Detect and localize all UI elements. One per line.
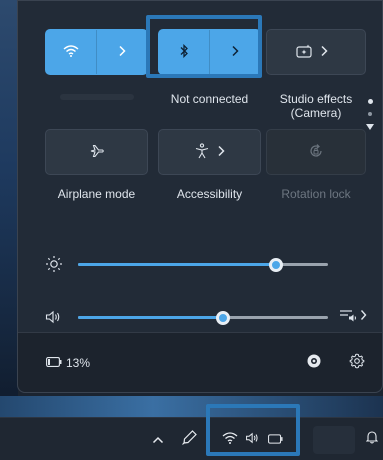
page-dot[interactable] (368, 112, 372, 116)
quick-settings-footer: 13% (18, 332, 382, 392)
studio-effects-icon (296, 44, 312, 61)
taskbar (0, 417, 383, 460)
notification-bell-icon (365, 430, 379, 449)
battery-percentage: 13% (66, 356, 91, 370)
wifi-icon (222, 431, 238, 449)
notifications-button[interactable] (362, 418, 382, 460)
bluetooth-tile[interactable] (158, 29, 261, 75)
pen-icon (182, 429, 198, 450)
page-indicator (366, 99, 374, 130)
caret-down-icon[interactable] (366, 124, 374, 130)
battery-saver-icon (307, 354, 321, 373)
studio-effects-toggle[interactable] (267, 30, 316, 74)
accessibility-label: Accessibility (176, 187, 243, 201)
airplane-mode-label: Airplane mode (57, 187, 136, 201)
chevron-right-icon (360, 308, 367, 326)
battery-icon (46, 356, 62, 370)
brightness-icon (44, 254, 64, 274)
wifi-network-label (60, 94, 134, 100)
speaker-icon[interactable] (44, 307, 64, 327)
bluetooth-icon (179, 43, 189, 61)
battery-status[interactable]: 13% (46, 354, 90, 372)
wifi-toggle[interactable] (46, 30, 96, 74)
chevron-right-icon (320, 44, 328, 60)
page-dot-current[interactable] (367, 99, 373, 104)
rotation-lock-icon (308, 143, 324, 162)
wifi-expand-button[interactable] (96, 30, 147, 74)
pen-menu-button[interactable] (178, 418, 202, 460)
studio-effects-expand-button[interactable] (316, 30, 365, 74)
chevron-up-icon (152, 431, 164, 449)
wifi-icon (63, 44, 79, 60)
clock-area[interactable] (313, 426, 355, 454)
chevron-right-icon (118, 44, 126, 60)
bluetooth-toggle[interactable] (159, 30, 209, 74)
rotation-lock-label: Rotation lock (281, 187, 351, 201)
chevron-right-icon (231, 44, 239, 60)
battery-saver-button[interactable] (303, 352, 325, 374)
volume-slider-thumb[interactable] (216, 310, 230, 325)
bluetooth-expand-button[interactable] (209, 30, 260, 74)
quick-settings-body: Not connected Studio effects (Camera) Ai… (18, 1, 382, 325)
settings-button[interactable] (346, 352, 368, 374)
studio-effects-tile[interactable] (266, 29, 366, 75)
show-hidden-icons-button[interactable] (148, 418, 168, 460)
airplane-mode-tile[interactable] (45, 129, 148, 175)
wifi-tile[interactable] (45, 29, 148, 75)
accessibility-icon (195, 142, 209, 162)
brightness-slider-fill (78, 263, 276, 266)
brightness-slider-thumb[interactable] (269, 257, 283, 272)
accessibility-tile[interactable] (158, 129, 261, 175)
airplane-icon (89, 143, 105, 162)
desktop-wallpaper (0, 0, 18, 420)
quick-settings-panel: Not connected Studio effects (Camera) Ai… (17, 0, 383, 393)
bluetooth-status-label: Not connected (170, 92, 249, 106)
settings-gear-icon (349, 353, 365, 374)
speaker-icon (245, 431, 261, 449)
audio-output-icon (339, 307, 357, 328)
rotation-lock-tile[interactable] (266, 129, 366, 175)
chevron-right-icon (217, 144, 225, 160)
volume-slider-fill (78, 316, 223, 319)
studio-effects-label: Studio effects (Camera) (279, 92, 353, 120)
battery-icon (267, 431, 283, 449)
audio-output-button[interactable] (336, 306, 370, 328)
system-tray-quick-settings[interactable] (212, 418, 292, 460)
